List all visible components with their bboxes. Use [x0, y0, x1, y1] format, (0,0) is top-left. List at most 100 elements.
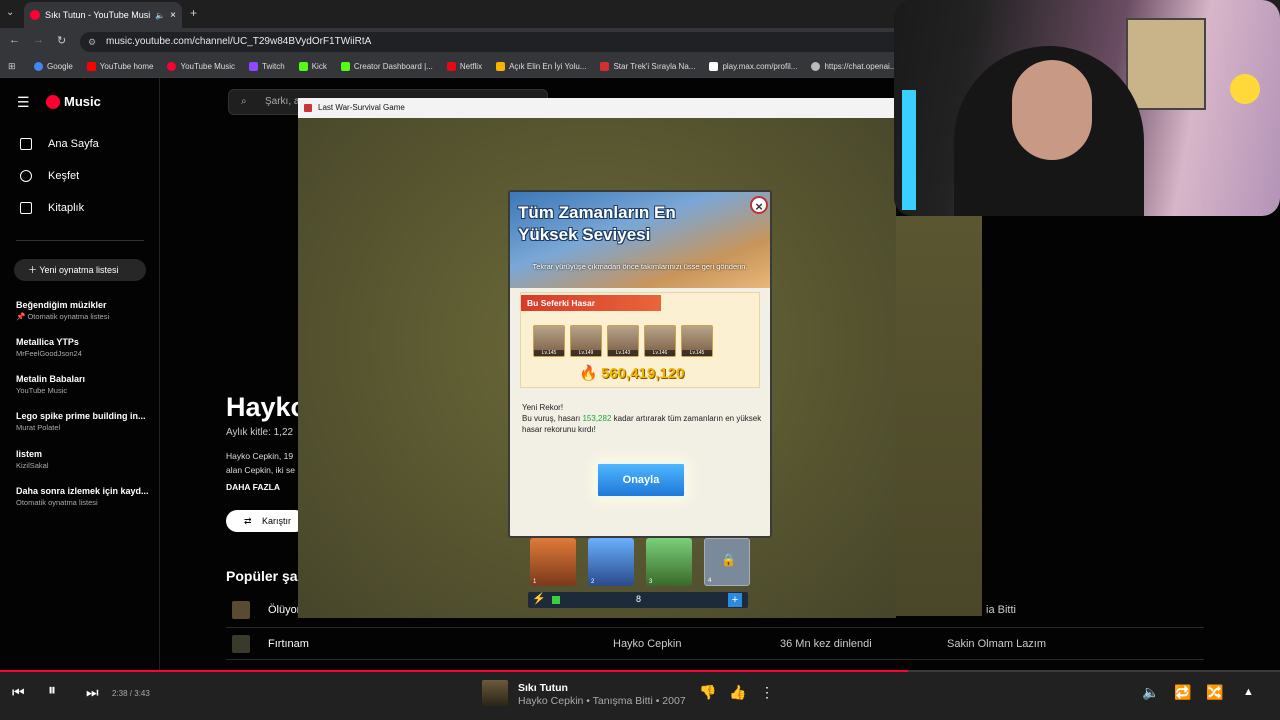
modal-subtitle: Tekrar yürüyüşe çıkmadan önce takımların…	[532, 262, 748, 271]
album-art[interactable]	[482, 680, 508, 706]
browser-tab[interactable]: Sıkı Tutun - YouTube Music 🔈 ×	[24, 2, 182, 28]
bookmark-item[interactable]: Kick	[298, 62, 327, 71]
song-thumbnail	[232, 601, 250, 619]
lightning-icon: ⚡	[532, 593, 546, 605]
pause-icon[interactable]: ⏸	[48, 682, 56, 700]
nav-home[interactable]: Ana Sayfa	[20, 138, 99, 150]
lock-icon: 🔒	[721, 553, 736, 567]
reload-icon[interactable]: ↻	[57, 34, 66, 47]
bookmark-item[interactable]: https://chat.openai....	[811, 62, 899, 71]
song-title[interactable]: Sıkı Tutun	[518, 682, 568, 694]
hero-portrait: Lv.145	[681, 325, 713, 357]
tab-search-icon[interactable]: ⌄	[6, 7, 14, 18]
tab-close-icon[interactable]: ×	[170, 10, 176, 21]
bookmark-item[interactable]: Star Trek'i Sırayla Na...	[600, 62, 695, 71]
squad-bar: 1 2 3 🔒 4 ⚡ 8 +	[528, 538, 754, 612]
forward-icon[interactable]: →	[33, 34, 44, 46]
compass-icon	[20, 170, 32, 182]
record-increase: 153,282	[582, 414, 612, 423]
game-app-icon	[304, 104, 312, 112]
bookmark-item[interactable]: Twitch	[249, 62, 285, 71]
artist-name: Hayko	[226, 392, 308, 422]
yt-music-logo[interactable]: Music	[46, 94, 101, 109]
playlist-item[interactable]: Daha sonra izlemek için kayd... Otomatik …	[16, 486, 151, 507]
speaker-icon: 🔈	[155, 10, 166, 20]
search-icon: ⌕	[241, 96, 247, 107]
wall-map-picture	[1126, 18, 1206, 110]
library-icon	[20, 202, 32, 214]
player-bar: ⏮ ⏸ ⏭ 2:38 / 3:43 Sıkı Tutun Hayko Cepki…	[0, 670, 1280, 720]
back-icon[interactable]: ←	[9, 34, 20, 46]
bookmark-item[interactable]: Creator Dashboard |...	[340, 62, 433, 71]
new-tab-icon[interactable]: +	[190, 6, 197, 20]
modal-title: Tüm Zamanların En Yüksek Seviyesi	[518, 203, 676, 244]
repeat-icon[interactable]: 🔁	[1174, 684, 1191, 701]
webcam-overlay	[894, 0, 1280, 216]
damage-card: Bu Seferki Hasar Lv.145 Lv.149 Lv.143 Lv…	[520, 292, 760, 388]
shuffle-icon: ⇄	[244, 516, 252, 526]
bookmark-item[interactable]: Netflix	[446, 62, 482, 71]
next-icon[interactable]: ⏭	[86, 684, 99, 701]
energy-count: 8	[636, 594, 642, 604]
menu-icon[interactable]: ☰	[17, 94, 30, 111]
playlist-item[interactable]: Lego spike prime building in... Murat Pol…	[16, 411, 151, 432]
streamer-face	[1012, 60, 1092, 160]
playlist-item[interactable]: Beğendiğim müzikler 📌 Otomatik oynatma li…	[16, 300, 151, 321]
squad-slot[interactable]: 2	[588, 538, 634, 586]
more-options-icon[interactable]: ⋮	[760, 684, 774, 701]
squad-slot-locked[interactable]: 🔒 4	[704, 538, 750, 586]
close-button[interactable]: ×	[750, 196, 768, 214]
youtube-music-favicon-icon	[30, 10, 40, 20]
volume-icon[interactable]: 🔈	[1142, 684, 1159, 701]
game-window-titlebar: Last War-Survival Game	[298, 98, 896, 118]
bookmark-item[interactable]: play.max.com/profil...	[709, 62, 797, 71]
shuffle-toggle-icon[interactable]: 🔀	[1206, 684, 1223, 701]
artist-bio-line: alan Cepkin, iki se	[226, 465, 295, 475]
new-playlist-button[interactable]: ＋ Yeni oynatma listesi	[14, 259, 146, 281]
damage-value: 560,419,120	[601, 365, 685, 382]
nav-library[interactable]: Kitaplık	[20, 202, 84, 214]
record-description: Bu vuruş, hasarı 153,282 kadar artırarak…	[522, 414, 762, 434]
nav-explore[interactable]: Keşfet	[20, 170, 79, 182]
time-display: 2:38 / 3:43	[112, 689, 150, 698]
bookmark-item[interactable]: Açık Elin En İyi Yolu...	[496, 62, 586, 71]
home-icon	[20, 138, 32, 150]
squad-slot[interactable]: 3	[646, 538, 692, 586]
url-bar[interactable]: ⚙ music.youtube.com/channel/UC_T29w84BVy…	[80, 32, 910, 52]
artist-bio-line: Hayko Cepkin, 19	[226, 451, 294, 461]
pin-icon: 📌	[16, 312, 28, 321]
hero-portrait: Lv.146	[644, 325, 676, 357]
plus-icon: ＋	[28, 265, 40, 275]
hero-portrait: Lv.149	[570, 325, 602, 357]
apps-grid-icon[interactable]: ⊞	[8, 61, 16, 72]
yt-sidebar: ☰ Music Ana Sayfa Keşfet Kitaplık ＋ Yeni…	[0, 78, 160, 670]
hero-portrait: Lv.145	[533, 325, 565, 357]
bookmark-item[interactable]: YouTube home	[86, 62, 153, 71]
flame-icon: 🔥	[579, 365, 598, 382]
playlist-item[interactable]: Metalin Babaları YouTube Music	[16, 374, 151, 395]
confirm-button[interactable]: Onayla	[596, 462, 686, 498]
progress-track[interactable]	[0, 670, 1280, 672]
energy-bar: ⚡ 8 +	[528, 592, 748, 608]
site-info-icon[interactable]: ⚙	[88, 32, 96, 52]
previous-icon[interactable]: ⏮	[12, 684, 25, 701]
progress-fill	[0, 670, 908, 672]
bookmark-item[interactable]: YouTube Music	[167, 62, 235, 71]
playlist-item[interactable]: Metallica YTPs MrFeelGoodJson24	[16, 337, 151, 358]
squad-slot[interactable]: 1	[530, 538, 576, 586]
close-icon: ×	[755, 199, 763, 214]
expand-player-icon[interactable]: ▲	[1243, 686, 1254, 698]
tab-title: Sıkı Tutun - YouTube Music	[45, 10, 151, 20]
like-icon[interactable]: 👍	[729, 684, 746, 701]
record-message: Yeni Rekor! Bu vuruş, hasarı 153,282 kad…	[522, 402, 762, 435]
playlist-item[interactable]: listem KizilSakal	[16, 449, 151, 470]
shuffle-button[interactable]: ⇄ Karıştır	[226, 510, 306, 532]
yt-music-logo-icon	[46, 94, 60, 109]
table-row[interactable]: Fırtınam Hayko Cepkin 36 Mn kez dinlendi…	[226, 628, 1204, 660]
game-field-extension	[896, 216, 982, 616]
bookmark-item[interactable]: Google	[34, 62, 73, 71]
more-link[interactable]: DAHA FAZLA	[226, 482, 280, 492]
song-meta[interactable]: Hayko Cepkin • Tanışma Bitti • 2007	[518, 695, 686, 707]
dislike-icon[interactable]: 👎	[699, 684, 716, 701]
add-energy-button[interactable]: +	[728, 593, 742, 607]
